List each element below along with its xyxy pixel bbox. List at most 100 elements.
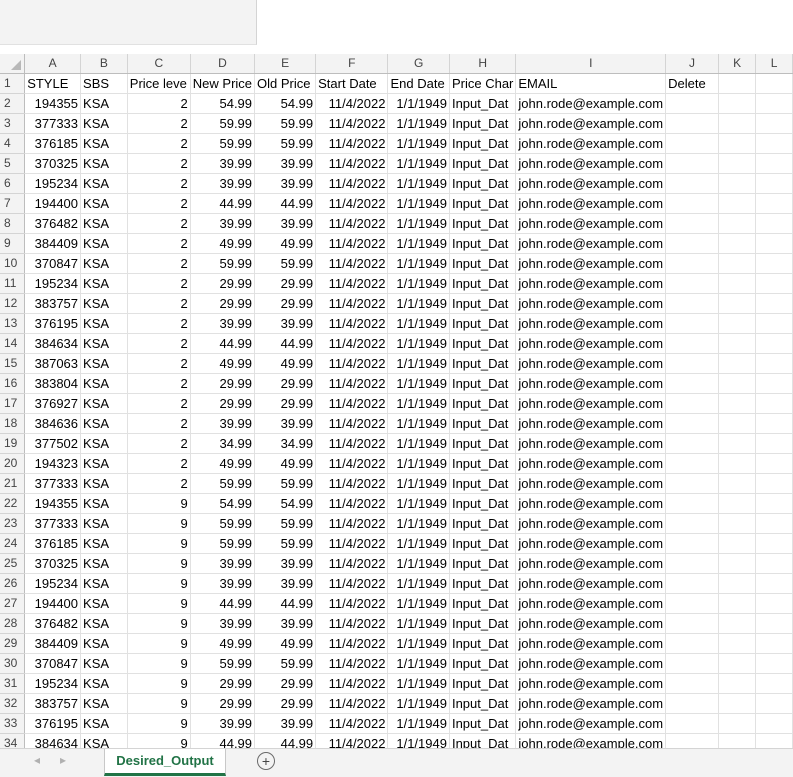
cell[interactable]: Input_Dat (449, 93, 517, 114)
cell[interactable]: 384634 (24, 733, 82, 748)
cell[interactable]: john.rode@example.com (515, 473, 667, 494)
cell[interactable] (718, 673, 757, 694)
cell[interactable]: 9 (127, 653, 191, 674)
cell[interactable]: 59.99 (190, 473, 256, 494)
cell[interactable] (665, 153, 719, 174)
cell[interactable]: KSA (80, 593, 128, 614)
cell[interactable]: john.rode@example.com (515, 513, 667, 534)
cell[interactable]: 194400 (24, 593, 82, 614)
cell[interactable] (665, 533, 719, 554)
cell[interactable]: 2 (127, 93, 191, 114)
cell[interactable]: 377333 (24, 473, 82, 494)
cell[interactable] (755, 573, 793, 594)
cell[interactable]: Input_Dat (449, 593, 517, 614)
cell[interactable] (665, 133, 719, 154)
cell[interactable]: john.rode@example.com (515, 733, 667, 748)
cell[interactable] (665, 353, 719, 374)
cell[interactable]: 39.99 (254, 573, 317, 594)
cell[interactable] (665, 253, 719, 274)
cell[interactable] (665, 473, 719, 494)
row-header[interactable]: 7 (0, 193, 26, 214)
cell[interactable]: 34.99 (190, 433, 256, 454)
cell[interactable]: Input_Dat (449, 253, 517, 274)
cell[interactable] (718, 613, 757, 634)
cell[interactable]: 39.99 (254, 213, 317, 234)
sheet-tab-desired-output[interactable]: Desired_Output (104, 749, 226, 776)
cell[interactable]: KSA (80, 113, 128, 134)
cell[interactable]: Input_Dat (449, 233, 517, 254)
cell[interactable]: 9 (127, 693, 191, 714)
cell[interactable]: 383757 (24, 293, 82, 314)
cell[interactable]: 2 (127, 153, 191, 174)
cell[interactable]: 376927 (24, 393, 82, 414)
cell[interactable]: Input_Dat (449, 193, 517, 214)
cell[interactable]: 9 (127, 613, 191, 634)
cell[interactable] (718, 473, 757, 494)
cell[interactable]: 2 (127, 293, 191, 314)
cell[interactable]: Input_Dat (449, 353, 517, 374)
cell[interactable] (755, 473, 793, 494)
cell[interactable]: john.rode@example.com (515, 353, 667, 374)
cell[interactable]: 2 (127, 433, 191, 454)
cell[interactable]: 59.99 (190, 133, 256, 154)
cell[interactable] (755, 253, 793, 274)
cell[interactable]: KSA (80, 713, 128, 734)
cell[interactable]: EMAIL (515, 73, 667, 94)
select-all-corner[interactable] (0, 54, 26, 74)
cell[interactable]: 370325 (24, 553, 82, 574)
cell[interactable]: 11/4/2022 (315, 113, 389, 134)
cell[interactable]: 1/1/1949 (387, 633, 450, 654)
row-header[interactable]: 4 (0, 133, 26, 154)
cell[interactable]: 44.99 (254, 593, 317, 614)
column-header[interactable]: C (127, 54, 191, 74)
cell[interactable]: 2 (127, 193, 191, 214)
cell[interactable] (718, 253, 757, 274)
cell[interactable]: 9 (127, 673, 191, 694)
cell[interactable]: Input_Dat (449, 133, 517, 154)
cell[interactable] (718, 513, 757, 534)
cell[interactable]: 9 (127, 733, 191, 748)
cell[interactable]: Delete (665, 73, 719, 94)
row-header[interactable]: 22 (0, 493, 26, 514)
cell[interactable]: 54.99 (190, 493, 256, 514)
cell[interactable]: john.rode@example.com (515, 213, 667, 234)
cell[interactable]: KSA (80, 213, 128, 234)
cell[interactable]: 11/4/2022 (315, 133, 389, 154)
cell[interactable]: Input_Dat (449, 273, 517, 294)
cell[interactable] (665, 413, 719, 434)
cell[interactable]: KSA (80, 613, 128, 634)
cell[interactable]: 11/4/2022 (315, 353, 389, 374)
cell[interactable] (755, 453, 793, 474)
cell[interactable]: 11/4/2022 (315, 453, 389, 474)
cell[interactable]: john.rode@example.com (515, 193, 667, 214)
cell[interactable]: 11/4/2022 (315, 713, 389, 734)
cell[interactable]: 376195 (24, 313, 82, 334)
cell[interactable]: 2 (127, 393, 191, 414)
row-header[interactable]: 18 (0, 413, 26, 434)
cell[interactable] (755, 273, 793, 294)
row-header[interactable]: 32 (0, 693, 26, 714)
cell[interactable]: 11/4/2022 (315, 433, 389, 454)
cell[interactable]: 9 (127, 633, 191, 654)
cell[interactable]: 9 (127, 493, 191, 514)
row-header[interactable]: 17 (0, 393, 26, 414)
cell[interactable] (665, 193, 719, 214)
cell[interactable] (665, 373, 719, 394)
cell[interactable]: KSA (80, 433, 128, 454)
cell[interactable]: 383804 (24, 373, 82, 394)
cell[interactable] (718, 593, 757, 614)
cell[interactable]: KSA (80, 193, 128, 214)
cell[interactable] (665, 433, 719, 454)
row-header[interactable]: 26 (0, 573, 26, 594)
cell[interactable] (755, 593, 793, 614)
cell[interactable]: 194355 (24, 93, 82, 114)
cell[interactable]: 11/4/2022 (315, 393, 389, 414)
cell[interactable]: Input_Dat (449, 693, 517, 714)
cell[interactable]: 9 (127, 713, 191, 734)
cell[interactable]: 11/4/2022 (315, 193, 389, 214)
cell[interactable]: Input_Dat (449, 413, 517, 434)
cell[interactable]: KSA (80, 733, 128, 748)
cell[interactable]: 11/4/2022 (315, 653, 389, 674)
cell[interactable]: 44.99 (254, 333, 317, 354)
cell[interactable] (755, 353, 793, 374)
